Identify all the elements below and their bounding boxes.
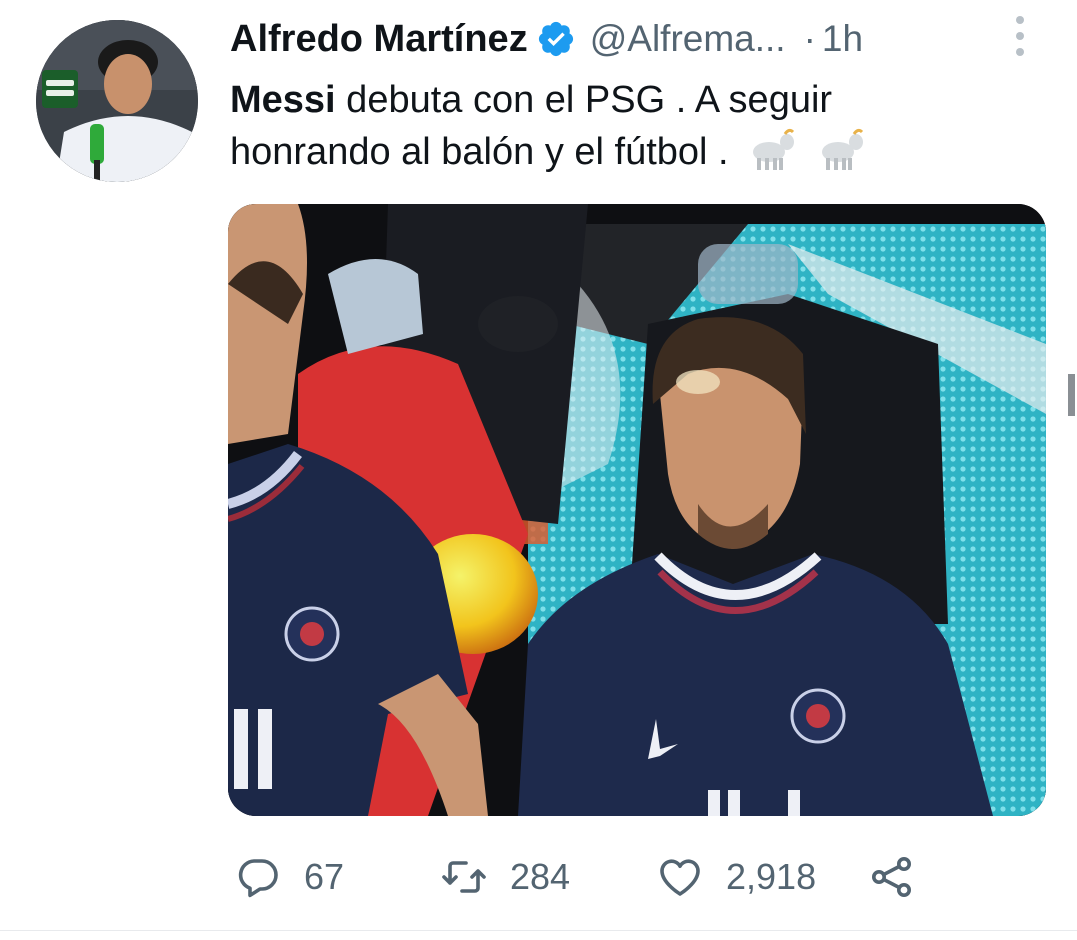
heart-icon bbox=[660, 859, 700, 896]
tweet-text-bold: Messi bbox=[230, 79, 336, 121]
scrollbar-thumb[interactable] bbox=[1068, 374, 1075, 416]
like-button[interactable]: 2,918 bbox=[656, 850, 816, 904]
separator-dot: · bbox=[803, 18, 816, 59]
avatar-photo bbox=[36, 20, 198, 182]
share-button[interactable] bbox=[868, 850, 916, 904]
retweet-button[interactable]: 284 bbox=[440, 850, 570, 904]
tweet-header: Alfredo Martínez @Alfrema... · 1h bbox=[230, 14, 863, 64]
tweet-text-line2: honrando al balón y el fútbol . bbox=[230, 131, 729, 173]
like-count: 2,918 bbox=[726, 856, 817, 897]
reply-count: 67 bbox=[304, 856, 345, 897]
tweet-timestamp[interactable]: 1h bbox=[822, 18, 863, 60]
verified-badge-icon bbox=[538, 21, 573, 57]
goat-icon bbox=[821, 128, 863, 170]
author-handle[interactable]: @Alfrema... bbox=[590, 18, 786, 60]
share-icon bbox=[872, 857, 911, 897]
tweet-text: Messi debuta con el PSG . A seguir honra… bbox=[230, 74, 1030, 178]
photo-illustration bbox=[228, 204, 1046, 816]
tweet-actions: 67 284 2,918 bbox=[234, 850, 934, 904]
retweet-icon bbox=[442, 861, 486, 893]
retweet-count: 284 bbox=[510, 856, 571, 897]
author-display-name[interactable]: Alfredo Martínez bbox=[230, 18, 528, 61]
divider bbox=[0, 930, 1077, 931]
more-options-icon[interactable] bbox=[1009, 14, 1031, 58]
reply-icon bbox=[238, 859, 278, 898]
tweet-text-line1: debuta con el PSG . A seguir bbox=[335, 79, 833, 121]
author-avatar[interactable] bbox=[36, 20, 198, 182]
goat-icon bbox=[753, 128, 795, 170]
reply-button[interactable]: 67 bbox=[234, 850, 344, 904]
tweet-media-photo[interactable] bbox=[228, 204, 1046, 816]
